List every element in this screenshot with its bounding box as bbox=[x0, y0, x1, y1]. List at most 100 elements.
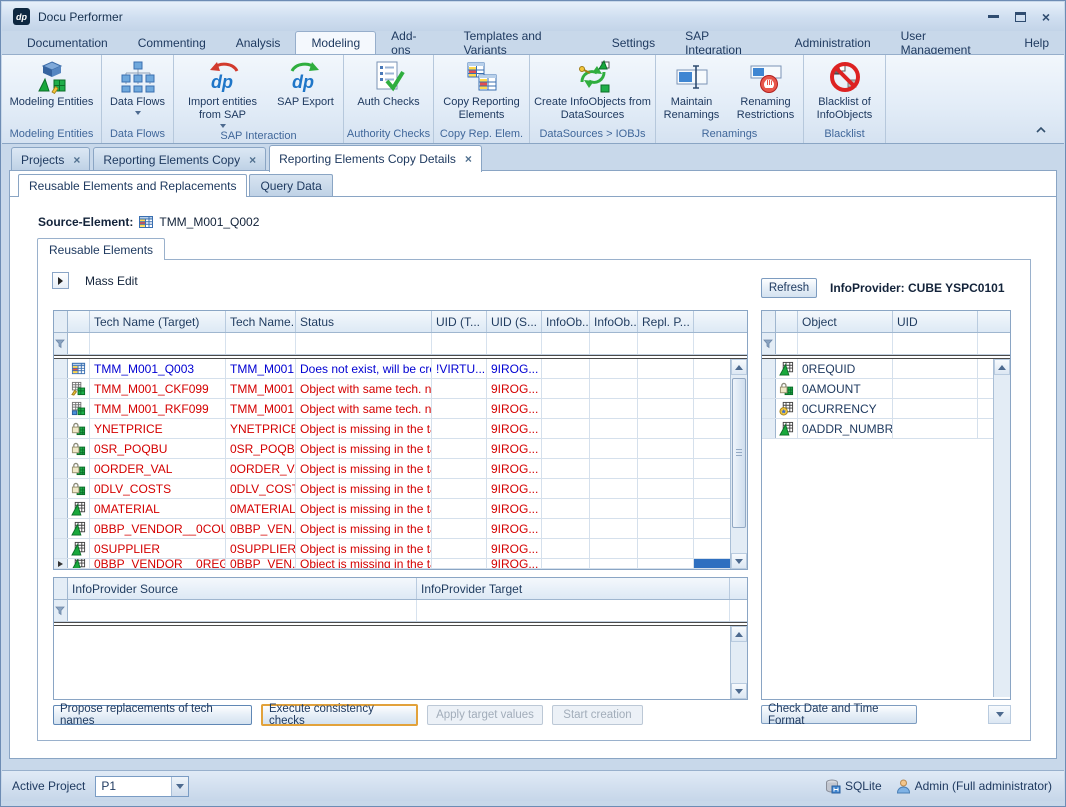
menu-tab-sap-integration[interactable]: SAP Integration bbox=[670, 32, 780, 54]
start-creation-button[interactable]: Start creation bbox=[552, 705, 643, 725]
vertical-scrollbar[interactable] bbox=[730, 359, 747, 569]
menu-tab-help[interactable]: Help bbox=[1009, 32, 1064, 54]
table-row[interactable]: 0AMOUNT bbox=[762, 379, 993, 399]
scroll-up-icon[interactable] bbox=[731, 626, 747, 642]
scroll-up-icon[interactable] bbox=[994, 359, 1010, 375]
column-header[interactable]: Status bbox=[296, 311, 432, 332]
table-row[interactable]: YNETPRICE YNETPRICE Object is missing in… bbox=[54, 419, 730, 439]
table-row[interactable]: 0SUPPLIER 0SUPPLIER Object is missing in… bbox=[54, 539, 730, 559]
table-row[interactable]: 0DLV_COSTS 0DLV_COSTS Object is missing … bbox=[54, 479, 730, 499]
table-row[interactable]: TMM_M001_RKF099 TMM_M001... Object with … bbox=[54, 399, 730, 419]
ribbon-group-label: Blacklist bbox=[804, 126, 885, 143]
collapse-ribbon-icon[interactable] bbox=[1032, 122, 1050, 137]
copy-reporting-elements-button[interactable]: Copy Reporting Elements bbox=[436, 57, 528, 122]
close-tab-icon[interactable]: × bbox=[249, 155, 256, 165]
import-entities-from-sap-button[interactable]: dp Import entities from SAP bbox=[177, 57, 269, 128]
active-project-combobox[interactable]: P1 bbox=[95, 776, 189, 797]
dropdown-arrow-icon bbox=[135, 111, 141, 115]
column-header[interactable]: Tech Name (Target) bbox=[90, 311, 226, 332]
menu-tab-analysis[interactable]: Analysis bbox=[221, 32, 296, 54]
close-tab-icon[interactable]: × bbox=[73, 155, 80, 165]
column-header[interactable]: InfoOb... bbox=[542, 311, 590, 332]
ribbon-group-modeling-entities: Modeling Entities Modeling Entities bbox=[2, 55, 102, 143]
maintain-renamings-button[interactable]: Maintain Renamings bbox=[657, 57, 727, 122]
apply-target-values-button[interactable]: Apply target values bbox=[427, 705, 543, 725]
column-header[interactable]: InfoProvider Target bbox=[417, 578, 730, 599]
tab-reusable-elements-and-replacements[interactable]: Reusable Elements and Replacements bbox=[18, 174, 247, 197]
selected-cell[interactable] bbox=[694, 559, 730, 568]
column-header[interactable]: UID bbox=[893, 311, 978, 332]
table-row[interactable]: TMM_M001_Q003 TMM_M001... Does not exist… bbox=[54, 359, 730, 379]
database-status: SQLite bbox=[825, 779, 882, 794]
auth-checks-button[interactable]: Auth Checks bbox=[346, 57, 432, 109]
close-tab-icon[interactable]: × bbox=[465, 154, 472, 164]
table-row[interactable]: 0BBP_VENDOR__0COUN 0BBP_VEN... Object is… bbox=[54, 519, 730, 539]
column-header[interactable]: Tech Name... bbox=[226, 311, 296, 332]
refresh-button[interactable]: Refresh bbox=[761, 278, 817, 298]
maintain-renamings-icon bbox=[675, 58, 709, 96]
menu-tab-modeling[interactable]: Modeling bbox=[295, 31, 376, 54]
table-row[interactable]: 0CURRENCY bbox=[762, 399, 993, 419]
tab-reporting-elements-copy-details[interactable]: Reporting Elements Copy Details × bbox=[269, 145, 482, 172]
close-window-icon[interactable]: × bbox=[1042, 12, 1050, 22]
menu-tab-add-ons[interactable]: Add-ons bbox=[376, 32, 448, 54]
column-header[interactable]: UID (S... bbox=[487, 311, 542, 332]
modeling-entities-button[interactable]: Modeling Entities bbox=[4, 57, 100, 109]
table-row[interactable]: 0ORDER_VAL 0ORDER_V... Object is missing… bbox=[54, 459, 730, 479]
ribbon-group-label: DataSources > IOBJs bbox=[530, 126, 655, 143]
menu-tab-documentation[interactable]: Documentation bbox=[12, 32, 123, 54]
menu-tab-user-management[interactable]: User Management bbox=[886, 32, 1010, 54]
scrollbar-thumb[interactable] bbox=[732, 378, 746, 528]
tab-projects[interactable]: Projects × bbox=[11, 147, 90, 171]
menu-tab-administration[interactable]: Administration bbox=[780, 32, 886, 54]
table-row[interactable]: 0ADDR_NUMBR bbox=[762, 419, 993, 439]
grid-filter-row[interactable] bbox=[54, 600, 747, 622]
tab-reusable-elements[interactable]: Reusable Elements bbox=[37, 238, 165, 260]
propose-replacements-button[interactable]: Propose replacements of tech names bbox=[53, 705, 252, 725]
grid-filter-row[interactable] bbox=[54, 333, 747, 355]
menu-tab-templates-and-variants[interactable]: Templates and Variants bbox=[449, 32, 597, 54]
column-header[interactable]: InfoOb... bbox=[590, 311, 638, 332]
table-row[interactable]: 0MATERIAL 0MATERIAL Object is missing in… bbox=[54, 499, 730, 519]
scroll-down-icon[interactable] bbox=[988, 705, 1011, 724]
menu-tab-settings[interactable]: Settings bbox=[597, 32, 670, 54]
ribbon-group-label: Modeling Entities bbox=[2, 126, 101, 143]
column-header[interactable]: Object bbox=[798, 311, 893, 332]
active-project-value: P1 bbox=[96, 779, 171, 793]
svg-text:dp: dp bbox=[211, 72, 233, 92]
scroll-down-icon[interactable] bbox=[731, 683, 747, 699]
blacklist-infoobjects-button[interactable]: Blacklist of InfoObjects bbox=[806, 57, 884, 122]
expand-mass-edit-button[interactable] bbox=[52, 272, 69, 289]
scroll-down-icon[interactable] bbox=[731, 553, 747, 569]
table-row[interactable]: 0REQUID bbox=[762, 359, 993, 379]
scroll-up-icon[interactable] bbox=[731, 359, 747, 375]
tab-reporting-elements-copy[interactable]: Reporting Elements Copy × bbox=[93, 147, 266, 171]
menu-tab-commenting[interactable]: Commenting bbox=[123, 32, 221, 54]
check-date-time-format-button[interactable]: Check Date and Time Format bbox=[761, 705, 917, 724]
data-flows-button[interactable]: Data Flows bbox=[104, 57, 172, 115]
grid-filter-row[interactable] bbox=[762, 333, 1010, 355]
renaming-restrictions-button[interactable]: Renaming Restrictions bbox=[729, 57, 803, 122]
title-bar[interactable]: dp Docu Performer × bbox=[2, 2, 1064, 31]
combo-dropdown-button[interactable] bbox=[171, 777, 188, 796]
minimize-icon[interactable] bbox=[988, 15, 999, 18]
table-row[interactable]: TMM_M001_CKF099 TMM_M001... Object with … bbox=[54, 379, 730, 399]
create-infoobjects-button[interactable]: Create InfoObjects from DataSources bbox=[532, 57, 654, 122]
table-row[interactable]: 0SR_POQBU 0SR_POQBU Object is missing in… bbox=[54, 439, 730, 459]
blacklist-infoobjects-icon bbox=[828, 58, 862, 96]
execute-consistency-checks-button[interactable]: Execute consistency checks bbox=[261, 704, 418, 726]
infoprovider-objects-grid: Object UID 0REQUID bbox=[761, 310, 1011, 700]
table-row[interactable]: 0BBP_VENDOR__0REGIC 0BBP_VEN... Object i… bbox=[54, 559, 730, 569]
restore-icon[interactable] bbox=[1015, 12, 1026, 22]
ribbon-group-label: Copy Rep. Elem. bbox=[434, 126, 529, 143]
column-header[interactable]: InfoProvider Source bbox=[68, 578, 417, 599]
vertical-scrollbar[interactable] bbox=[993, 359, 1010, 697]
key-figure-icon bbox=[71, 481, 86, 496]
vertical-scrollbar[interactable] bbox=[730, 626, 747, 699]
infoprovider-label: InfoProvider: CUBE YSPC0101 bbox=[830, 281, 1005, 295]
app-logo-icon: dp bbox=[13, 8, 30, 25]
sap-export-button[interactable]: dp SAP Export bbox=[271, 57, 341, 109]
column-header[interactable]: UID (T... bbox=[432, 311, 487, 332]
tab-query-data[interactable]: Query Data bbox=[249, 174, 332, 196]
column-header[interactable]: Repl. P... bbox=[638, 311, 694, 332]
